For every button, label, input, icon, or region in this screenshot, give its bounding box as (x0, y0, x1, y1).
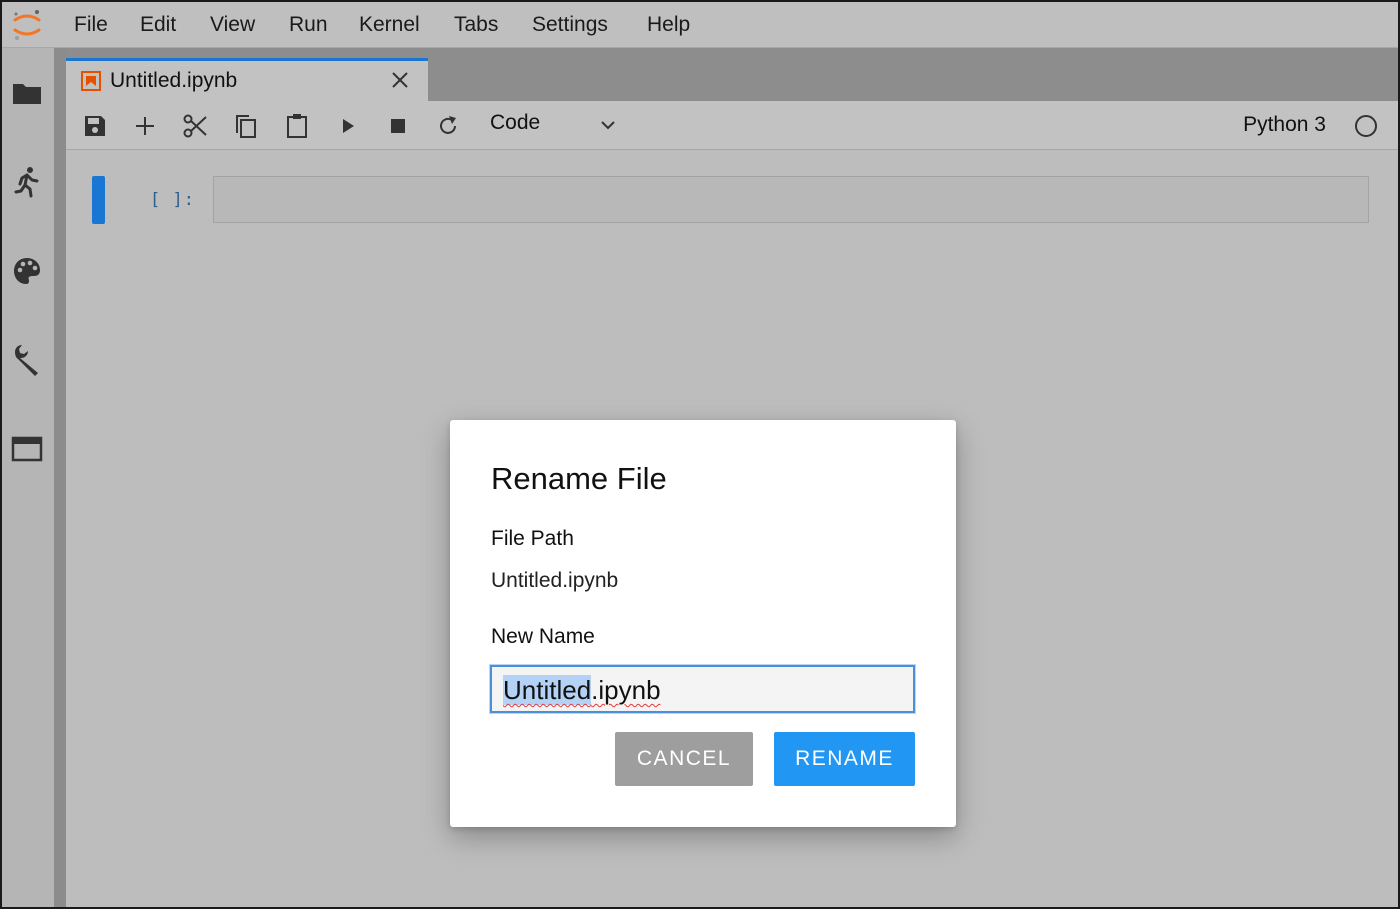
file-path-value: Untitled.ipynb (491, 569, 619, 592)
menu-tabs[interactable]: Tabs (454, 13, 498, 37)
notebook-toolbar: Code Python 3 (66, 101, 1398, 150)
menu-settings[interactable]: Settings (532, 13, 608, 37)
new-name-input-text: Untitled.ipynb (503, 675, 661, 706)
cut-icon[interactable] (181, 112, 209, 140)
menu-help[interactable]: Help (647, 13, 690, 37)
sidebar-divider (54, 48, 66, 907)
palette-icon[interactable] (10, 254, 44, 288)
input-prompt: [ ]: (150, 190, 195, 210)
kernel-status-icon (1355, 115, 1377, 137)
dialog-title: Rename File (491, 461, 667, 496)
menu-edit[interactable]: Edit (140, 13, 176, 37)
running-icon[interactable] (10, 165, 44, 199)
paste-icon[interactable] (283, 112, 311, 140)
kernel-name[interactable]: Python 3 (1243, 113, 1326, 137)
menu-run[interactable]: Run (289, 13, 328, 37)
selected-text: Untitled (503, 675, 592, 705)
copy-icon[interactable] (232, 112, 260, 140)
jupyter-logo-icon[interactable] (10, 8, 44, 42)
cell-type-select[interactable]: Code (490, 111, 540, 135)
code-cell-input[interactable] (213, 176, 1369, 223)
file-path-label: File Path (491, 527, 574, 550)
menu-bar: File Edit View Run Kernel Tabs Settings … (2, 2, 1398, 48)
run-icon[interactable] (334, 112, 362, 140)
folder-icon[interactable] (10, 76, 44, 110)
wrench-icon[interactable] (10, 343, 44, 377)
notebook-icon (81, 71, 101, 91)
close-icon[interactable] (389, 69, 411, 91)
tab-untitled-notebook[interactable]: Untitled.ipynb (66, 58, 428, 101)
app-window: File Edit View Run Kernel Tabs Settings … (0, 0, 1400, 909)
rename-button[interactable]: RENAME (774, 732, 915, 786)
save-icon[interactable] (81, 112, 109, 140)
cancel-button[interactable]: CANCEL (615, 732, 753, 786)
menu-kernel[interactable]: Kernel (359, 13, 420, 37)
menu-view[interactable]: View (210, 13, 255, 37)
menu-file[interactable]: File (74, 13, 108, 37)
active-cell-indicator (92, 176, 105, 224)
rename-file-dialog: Rename File File Path Untitled.ipynb New… (450, 420, 956, 827)
add-icon[interactable] (131, 112, 159, 140)
tabs-icon[interactable] (10, 432, 44, 466)
chevron-down-icon[interactable] (598, 115, 618, 135)
unselected-text: .ipynb (591, 675, 661, 705)
stop-icon[interactable] (384, 112, 412, 140)
left-sidebar (2, 48, 54, 907)
tab-bar: Untitled.ipynb (66, 48, 1398, 101)
restart-icon[interactable] (434, 112, 462, 140)
tab-title: Untitled.ipynb (110, 69, 238, 92)
new-name-label: New Name (491, 625, 595, 648)
new-name-input[interactable]: Untitled.ipynb (490, 665, 915, 713)
